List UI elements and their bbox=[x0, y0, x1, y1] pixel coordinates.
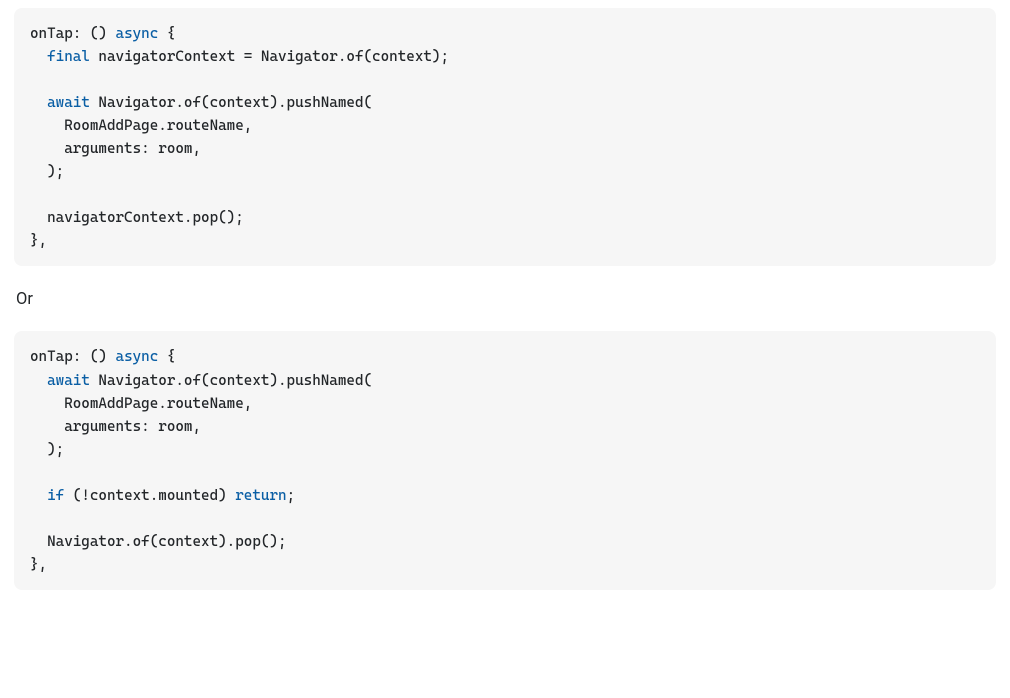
code-text: ); bbox=[30, 163, 64, 180]
code-text: { bbox=[158, 348, 175, 365]
code-text: { bbox=[158, 25, 175, 42]
separator-or: Or bbox=[16, 290, 994, 309]
code-keyword: async bbox=[116, 348, 159, 365]
code-text: onTap: () bbox=[30, 25, 116, 42]
code-text: }, bbox=[30, 232, 47, 249]
code-keyword: await bbox=[47, 94, 90, 111]
code-text: Navigator.of(context).pop(); bbox=[30, 533, 287, 550]
code-text bbox=[30, 48, 47, 65]
code-text: arguments: room, bbox=[30, 140, 201, 157]
code-keyword: if bbox=[47, 487, 64, 504]
code-text: Navigator.of(context).pushNamed( bbox=[90, 94, 372, 111]
code-text: (!context.mounted) bbox=[64, 487, 235, 504]
code-text bbox=[30, 94, 47, 111]
code-keyword: async bbox=[116, 25, 159, 42]
code-text: ; bbox=[287, 487, 296, 504]
code-text: ); bbox=[30, 441, 64, 458]
code-text: }, bbox=[30, 556, 47, 573]
code-keyword: final bbox=[47, 48, 90, 65]
code-text: navigatorContext.pop(); bbox=[30, 209, 244, 226]
code-keyword: await bbox=[47, 372, 90, 389]
code-text bbox=[30, 487, 47, 504]
code-text bbox=[30, 372, 47, 389]
code-text: arguments: room, bbox=[30, 418, 201, 435]
code-text: onTap: () bbox=[30, 348, 116, 365]
code-keyword: return bbox=[235, 487, 286, 504]
code-block-1: onTap: () async { final navigatorContext… bbox=[14, 8, 996, 266]
code-text: navigatorContext = Navigator.of(context)… bbox=[90, 48, 449, 65]
code-text: RoomAddPage.routeName, bbox=[30, 395, 252, 412]
code-block-2: onTap: () async { await Navigator.of(con… bbox=[14, 331, 996, 589]
code-text: RoomAddPage.routeName, bbox=[30, 117, 252, 134]
code-text: Navigator.of(context).pushNamed( bbox=[90, 372, 372, 389]
